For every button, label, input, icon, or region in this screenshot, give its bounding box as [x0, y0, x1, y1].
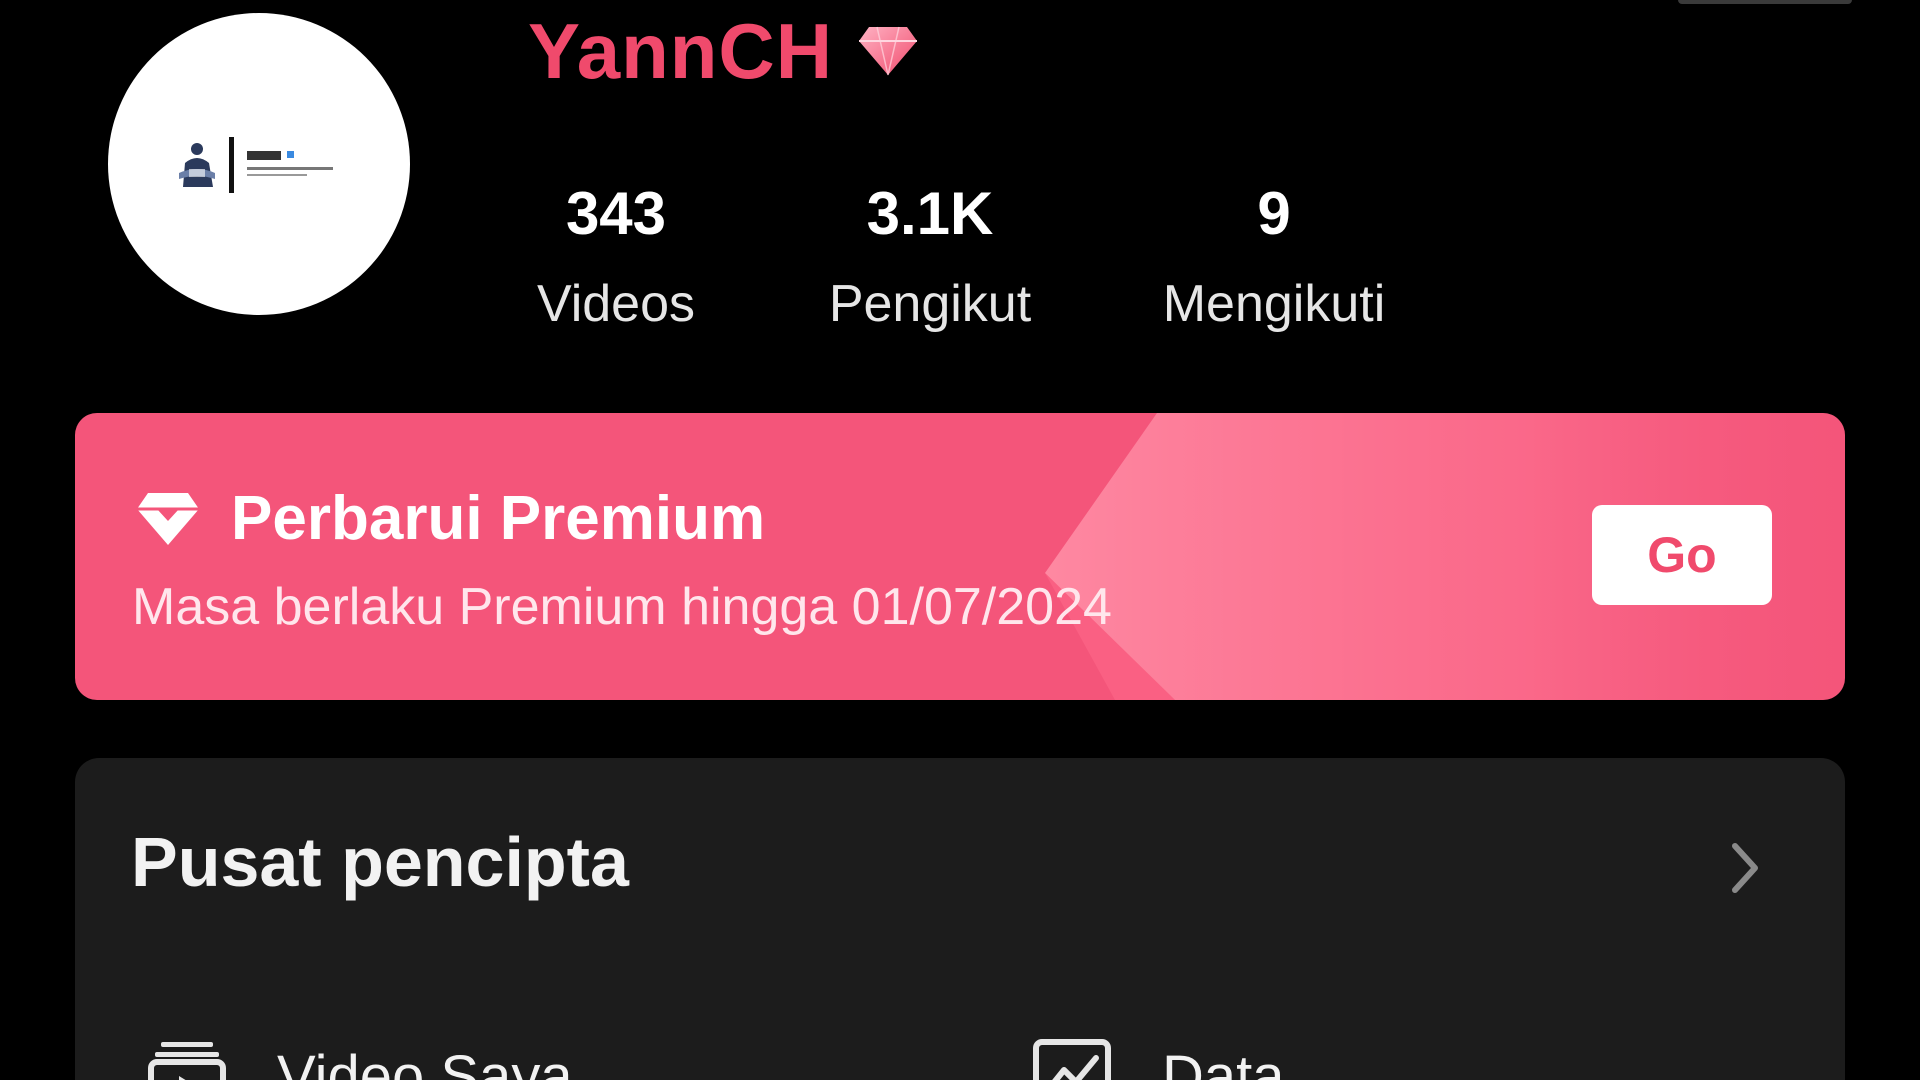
stat-followers[interactable]: 3.1K Pengikut [810, 178, 1050, 340]
channel-logo [179, 137, 333, 193]
chevron-right-icon [1732, 843, 1758, 893]
go-button[interactable]: Go [1592, 505, 1772, 605]
my-videos-label: Video Saya [277, 1043, 573, 1080]
premium-expiry-text: Masa berlaku Premium hingga 01/07/2024 [132, 578, 1112, 636]
avatar[interactable] [108, 13, 410, 315]
followers-label: Pengikut [828, 275, 1032, 333]
followers-count: 3.1K [866, 180, 994, 247]
top-edge-control[interactable] [1678, 0, 1852, 4]
data-item[interactable]: Data [1032, 1036, 1285, 1080]
profile-page: YannCH 343 Videos 3.1K Pengikut 9 Mengik… [0, 0, 1920, 1080]
video-library-icon [148, 1042, 226, 1080]
stat-following[interactable]: 9 Mengikuti [1146, 178, 1402, 340]
creator-center-header[interactable]: Pusat pencipta [75, 758, 1845, 978]
videos-count: 343 [565, 180, 667, 247]
premium-title-row: Perbarui Premium [135, 483, 765, 554]
creator-center-card: Pusat pencipta Video Saya Data [75, 758, 1845, 1080]
following-count: 9 [1257, 180, 1291, 247]
username-row: YannCH [528, 6, 919, 96]
data-label: Data [1162, 1043, 1285, 1080]
videos-label: Videos [536, 275, 696, 333]
following-label: Mengikuti [1162, 275, 1386, 333]
chart-icon [1033, 1039, 1111, 1080]
diamond-icon [137, 492, 199, 545]
banner-decoration [1045, 413, 1845, 700]
premium-diamond-icon[interactable] [857, 25, 919, 77]
username: YannCH [528, 6, 834, 95]
premium-title: Perbarui Premium [231, 484, 766, 553]
stat-videos[interactable]: 343 Videos [526, 178, 706, 340]
creator-center-title: Pusat pencipta [131, 823, 629, 901]
my-videos-item[interactable]: Video Saya [147, 1036, 573, 1080]
premium-banner[interactable]: Perbarui Premium Masa berlaku Premium hi… [75, 413, 1845, 700]
